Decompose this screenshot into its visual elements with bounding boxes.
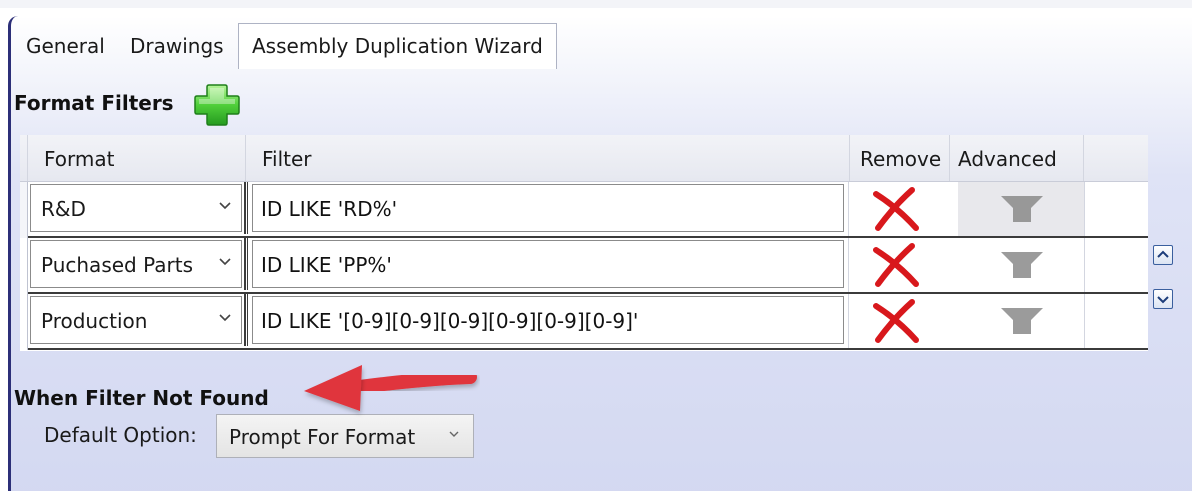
window-top-strip (0, 0, 1192, 8)
column-divider (848, 238, 849, 292)
move-up-button[interactable] (1153, 245, 1173, 265)
column-divider (1084, 238, 1085, 292)
table-row: Production ID LIKE '[0-9][0-9][0-9][0-9]… (28, 294, 1148, 350)
remove-filter-button[interactable] (868, 298, 924, 344)
column-header-remove[interactable]: Remove (850, 135, 950, 181)
format-select[interactable]: Production (30, 296, 242, 344)
filter-input[interactable]: ID LIKE '[0-9][0-9][0-9][0-9][0-9][0-9]' (252, 296, 844, 344)
column-divider (848, 182, 849, 236)
chevron-down-icon (449, 431, 459, 437)
chevron-up-icon (1157, 250, 1169, 258)
column-header-format[interactable]: Format (28, 135, 246, 181)
when-filter-not-found-title: When Filter Not Found (14, 386, 269, 410)
format-select-value: R&D (41, 197, 86, 221)
red-x-icon (873, 187, 919, 231)
table-row: R&D ID LIKE 'RD%' (28, 182, 1148, 238)
chevron-down-icon (219, 202, 231, 210)
row-selector[interactable] (20, 294, 28, 350)
remove-filter-button[interactable] (868, 242, 924, 288)
green-plus-icon (194, 84, 240, 126)
move-down-button[interactable] (1153, 289, 1173, 309)
column-divider (244, 294, 248, 346)
format-filters-title: Format Filters (14, 91, 174, 115)
advanced-filter-button[interactable] (958, 182, 1084, 236)
row-selector[interactable] (20, 238, 28, 294)
add-filter-button[interactable] (192, 82, 242, 128)
column-divider (848, 294, 849, 348)
funnel-icon (1001, 196, 1043, 222)
filter-input[interactable]: ID LIKE 'RD%' (252, 184, 844, 232)
row-selector[interactable] (20, 182, 28, 238)
format-select[interactable]: R&D (30, 184, 242, 232)
default-option-label: Default Option: (44, 423, 197, 447)
format-select-value: Production (41, 309, 148, 333)
red-x-icon (873, 243, 919, 287)
filter-input[interactable]: ID LIKE 'PP%' (252, 240, 844, 288)
advanced-filter-button[interactable] (958, 238, 1084, 292)
grid-header: Format Filter Remove Advanced (20, 135, 1148, 182)
red-x-icon (873, 299, 919, 343)
chevron-down-icon (219, 314, 231, 322)
format-filters-grid: Format Filter Remove Advanced R&D ID LIK… (20, 135, 1148, 351)
chevron-down-icon (219, 258, 231, 266)
column-header-filter[interactable]: Filter (246, 135, 850, 181)
default-option-value: Prompt For Format (229, 425, 416, 449)
advanced-filter-button[interactable] (958, 294, 1084, 348)
column-header-advanced[interactable]: Advanced (950, 135, 1084, 181)
tab-general[interactable]: General (26, 23, 105, 67)
tab-drawings[interactable]: Drawings (130, 23, 224, 67)
format-select[interactable]: Puchased Parts (30, 240, 242, 288)
tab-assembly-duplication-wizard[interactable]: Assembly Duplication Wizard (238, 23, 557, 69)
annotation-arrow-icon (304, 365, 477, 411)
funnel-icon (1001, 308, 1043, 334)
chevron-down-icon (1157, 296, 1169, 304)
column-divider (1084, 182, 1085, 236)
funnel-icon (1001, 252, 1043, 278)
column-divider (244, 238, 248, 290)
column-divider (1084, 294, 1085, 348)
remove-filter-button[interactable] (868, 186, 924, 232)
column-divider (244, 182, 248, 234)
format-select-value: Puchased Parts (41, 253, 193, 277)
table-row: Puchased Parts ID LIKE 'PP%' (28, 238, 1148, 294)
row-header-corner (20, 135, 28, 181)
